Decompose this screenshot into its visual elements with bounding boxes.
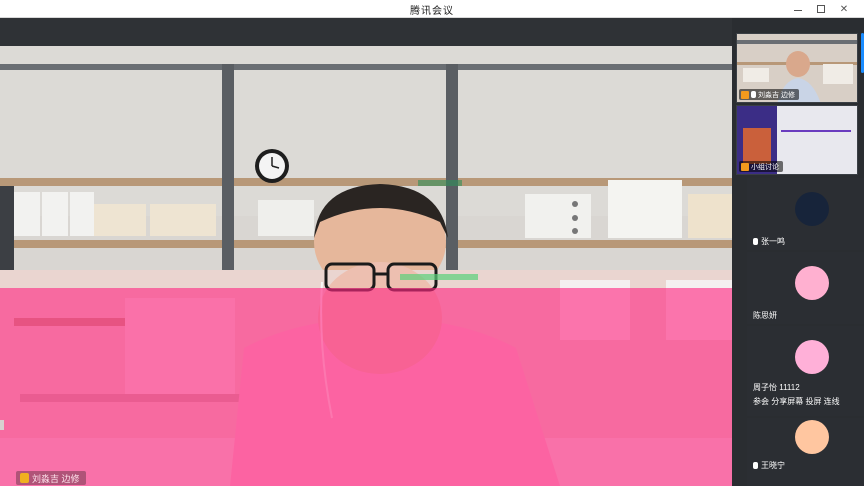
maximize-icon bbox=[817, 5, 825, 13]
speaker-name: 刘淼吉 边修 bbox=[32, 473, 80, 484]
microphone-icon bbox=[751, 91, 756, 98]
avatar bbox=[795, 420, 829, 454]
meeting-window: 腾讯会议 ✕ 刘淼吉 边修 刘淼吉 边修 小组讨论 张一鸣 陈思妍 周子怡 11… bbox=[0, 0, 864, 486]
close-button[interactable]: ✕ bbox=[833, 0, 855, 18]
window-title: 腾讯会议 bbox=[410, 6, 454, 17]
avatar bbox=[795, 340, 829, 374]
main-speaker-video[interactable] bbox=[0, 18, 746, 486]
minimize-icon bbox=[794, 9, 802, 11]
thumbnail-name-tag: 小组讨论 bbox=[739, 161, 783, 172]
speaker-avatar-icon bbox=[20, 473, 29, 483]
participant-label: 陈思妍 bbox=[753, 310, 777, 321]
participant-tile[interactable]: 王晓宁 bbox=[747, 418, 864, 486]
participant-tile[interactable]: 陈思妍 bbox=[747, 252, 864, 324]
video-thumbnail-screen-share[interactable]: 小组讨论 bbox=[736, 105, 858, 175]
participant-name: 陈思妍 bbox=[753, 311, 777, 320]
participant-label: 周子怡 11112 bbox=[753, 382, 800, 393]
video-thumbnail-speaker[interactable]: 刘淼吉 边修 bbox=[736, 33, 858, 103]
speaker-name-tag: 刘淼吉 边修 bbox=[16, 471, 86, 485]
thumbnail-label: 刘淼吉 边修 bbox=[758, 91, 795, 99]
title-bar: 腾讯会议 ✕ bbox=[0, 0, 864, 18]
participant-name: 周子怡 11112 bbox=[753, 383, 800, 392]
participant-name: 王晓宁 bbox=[761, 461, 785, 470]
close-icon: ✕ bbox=[839, 3, 849, 15]
maximize-button[interactable] bbox=[810, 0, 832, 18]
panel-toggle-handle[interactable] bbox=[0, 398, 8, 458]
participant-tile[interactable]: 张一鸣 bbox=[747, 178, 864, 250]
participant-label: 王晓宁 bbox=[753, 460, 785, 471]
color-glitch-overlay bbox=[0, 288, 746, 486]
microphone-icon bbox=[753, 462, 758, 469]
avatar bbox=[795, 192, 829, 226]
participant-tile[interactable]: 周子怡 11112 参会 分享屏幕 投屏 连线 bbox=[747, 326, 864, 416]
share-screen-icon bbox=[741, 162, 749, 171]
thumbnail-label: 小组讨论 bbox=[751, 163, 779, 171]
participant-action-text: 参会 分享屏幕 投屏 连线 bbox=[753, 397, 840, 406]
avatar bbox=[795, 266, 829, 300]
user-icon bbox=[741, 90, 749, 99]
minimize-button[interactable] bbox=[787, 0, 809, 18]
microphone-icon bbox=[753, 238, 758, 245]
thumbnail-name-tag: 刘淼吉 边修 bbox=[739, 89, 799, 100]
participant-label: 张一鸣 bbox=[753, 236, 785, 247]
participant-name: 张一鸣 bbox=[761, 237, 785, 246]
participant-actions: 参会 分享屏幕 投屏 连线 bbox=[753, 396, 840, 407]
